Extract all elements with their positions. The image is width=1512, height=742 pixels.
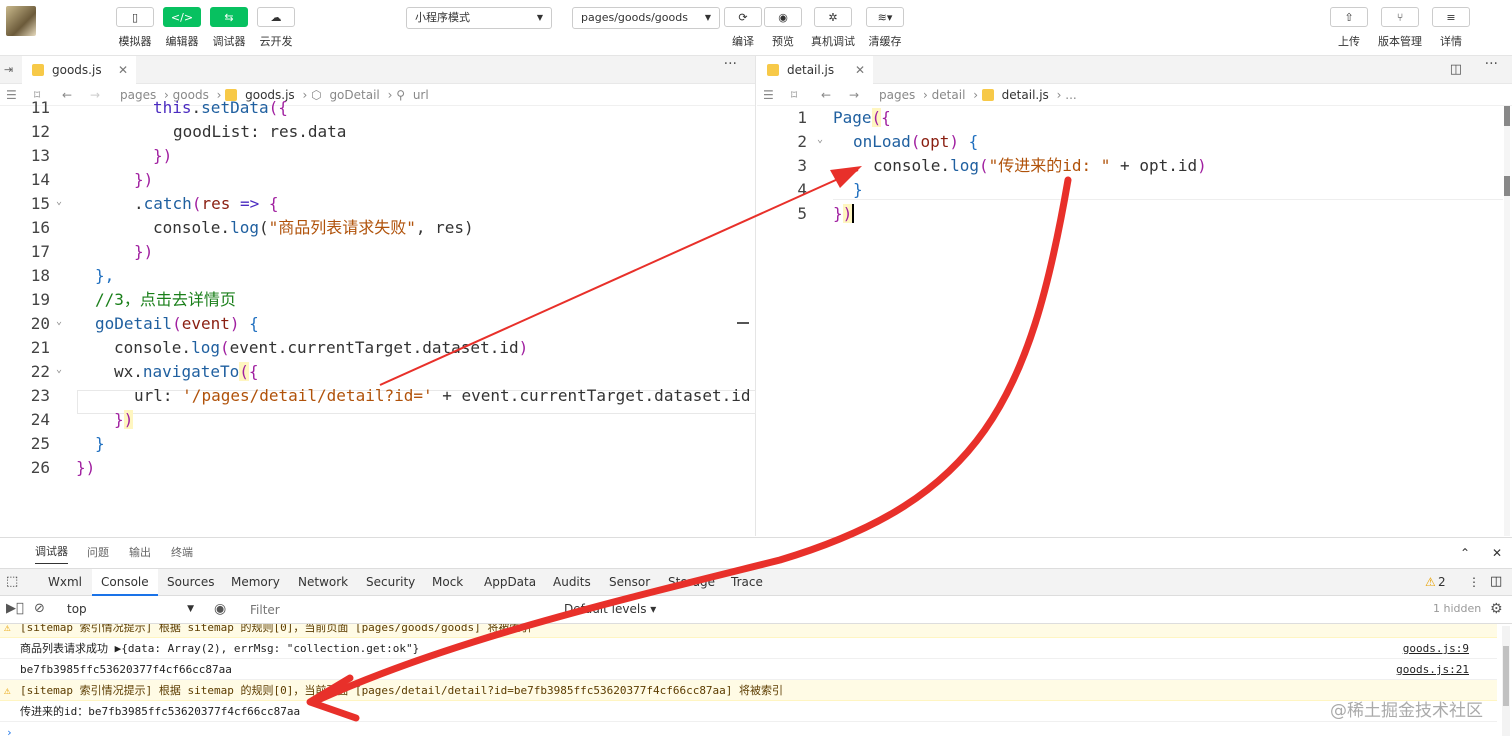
arrow-head xyxy=(830,166,862,188)
annotation-overlay xyxy=(306,166,1072,722)
arrow-curve xyxy=(314,176,1072,704)
arrow-line xyxy=(379,169,859,386)
